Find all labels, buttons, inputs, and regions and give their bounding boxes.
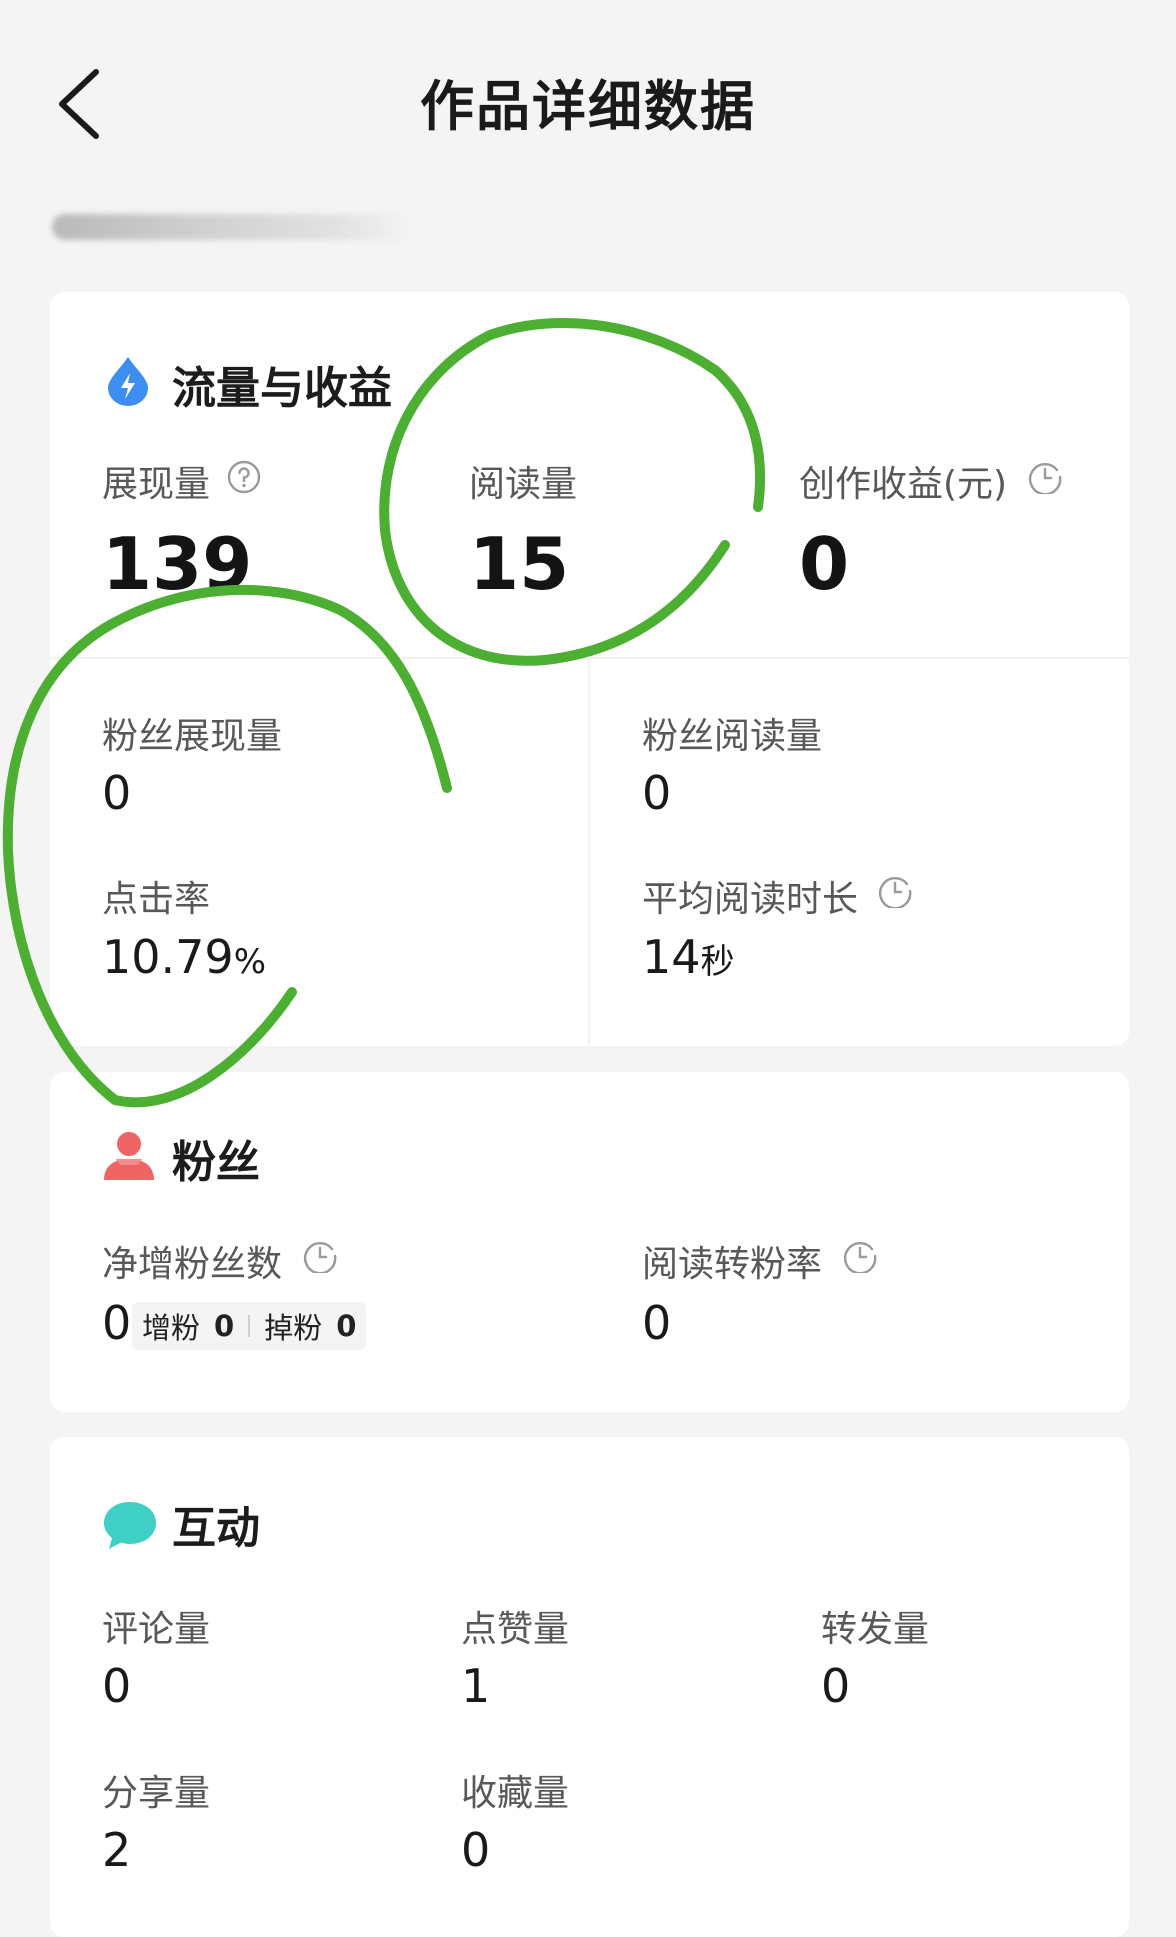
fan-reads-value: 0 — [642, 766, 672, 820]
impressions-value: 139 — [102, 522, 253, 606]
person-icon — [104, 1132, 154, 1180]
favorites-label: 收藏量 — [461, 1773, 570, 1814]
divider — [588, 659, 590, 1046]
income-label: 创作收益(元) — [799, 464, 1008, 505]
traffic-drop-icon — [108, 357, 148, 406]
forwards-value: 0 — [821, 1659, 851, 1713]
loss-value: 0 — [336, 1309, 357, 1343]
favorites-value: 0 — [461, 1823, 491, 1877]
comments-value: 0 — [102, 1659, 132, 1713]
avg-read-time-unit: 秒 — [700, 942, 735, 982]
gain-value: 0 — [214, 1309, 235, 1343]
fans-card: 粉丝 净增粉丝数 0 增粉 0 掉粉 0 阅读转粉率 0 — [50, 1072, 1129, 1412]
comments-label: 评论量 — [102, 1609, 211, 1650]
fan-impressions-label: 粉丝展现量 — [102, 716, 283, 757]
clock-icon[interactable] — [1028, 460, 1062, 494]
fans-section-title: 粉丝 — [172, 1137, 260, 1188]
traffic-revenue-card: 流量与收益 展现量 139 阅读量 15 创作收益(元) 0 粉丝展现量 0 粉… — [50, 292, 1129, 1046]
chip-separator — [248, 1315, 251, 1337]
reads-value: 15 — [469, 522, 570, 606]
read-to-fan-label: 阅读转粉率 — [642, 1244, 823, 1285]
interaction-section-title: 互动 — [172, 1503, 260, 1554]
fan-impressions-value: 0 — [102, 766, 132, 820]
page-title: 作品详细数据 — [420, 75, 756, 138]
net-fans-value: 0 — [102, 1296, 132, 1350]
fan-reads-label: 粉丝阅读量 — [642, 716, 823, 757]
ctr-number: 10.79 — [102, 930, 234, 984]
read-to-fan-value: 0 — [642, 1296, 672, 1350]
avg-read-time-label: 平均阅读时长 — [642, 879, 859, 920]
shares-label: 分享量 — [102, 1773, 211, 1814]
impressions-label: 展现量 — [102, 464, 211, 505]
net-fans-label: 净增粉丝数 — [102, 1244, 283, 1285]
clock-icon[interactable] — [303, 1239, 337, 1273]
income-value: 0 — [799, 522, 850, 606]
avg-read-time-value: 14秒 — [642, 934, 735, 980]
avg-read-time-number: 14 — [642, 930, 701, 984]
ctr-unit: % — [233, 942, 267, 982]
help-icon[interactable] — [227, 460, 261, 494]
gain-label: 增粉 — [142, 1311, 201, 1345]
ctr-value: 10.79% — [102, 934, 266, 980]
reads-label: 阅读量 — [469, 464, 578, 505]
clock-icon[interactable] — [843, 1239, 877, 1273]
likes-label: 点赞量 — [461, 1609, 570, 1650]
likes-value: 1 — [461, 1659, 491, 1713]
chat-bubble-icon — [104, 1502, 156, 1549]
clock-icon[interactable] — [878, 874, 912, 908]
forwards-label: 转发量 — [821, 1609, 930, 1650]
loss-label: 掉粉 — [264, 1311, 323, 1345]
fans-gain-loss-chip: 增粉 0 掉粉 0 — [132, 1302, 367, 1350]
ctr-label: 点击率 — [102, 879, 211, 920]
interaction-card: 互动 评论量 0 点赞量 1 转发量 0 分享量 2 收藏量 0 — [50, 1437, 1129, 1937]
shares-value: 2 — [102, 1823, 132, 1877]
traffic-section-title: 流量与收益 — [172, 363, 392, 414]
blurred-article-title — [52, 214, 412, 240]
